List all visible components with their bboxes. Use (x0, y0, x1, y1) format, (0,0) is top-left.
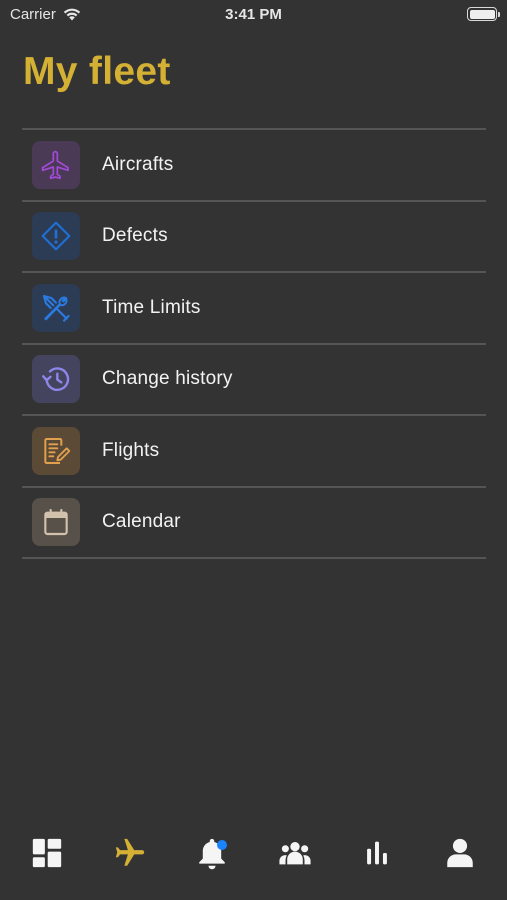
menu-label: Aircrafts (102, 153, 174, 175)
icon-tile (32, 140, 80, 189)
tab-bar (0, 818, 507, 888)
menu-item-change-history[interactable]: Change history (22, 345, 486, 416)
icon-tile (32, 212, 80, 261)
tab-statistics[interactable] (347, 823, 407, 883)
menu-label: Defects (102, 225, 168, 247)
icon-tile (32, 498, 80, 547)
tab-aircrafts[interactable] (100, 823, 160, 883)
menu-item-calendar[interactable]: Calendar (22, 488, 486, 559)
menu-item-defects[interactable]: Defects (22, 202, 486, 273)
menu-label: Change history (102, 368, 233, 390)
airplane-icon (115, 838, 144, 866)
menu-item-time-limits[interactable]: Time Limits (22, 273, 486, 345)
tab-notifications[interactable] (182, 823, 242, 883)
menu-item-flights[interactable]: Flights (22, 416, 486, 488)
airplane-icon (41, 150, 69, 179)
menu-label: Calendar (102, 511, 181, 533)
icon-tile (32, 283, 80, 332)
fleet-menu: Aircrafts Defects Time Limits Change his… (22, 128, 486, 559)
battery-icon (467, 7, 500, 21)
dashboard-icon (33, 838, 62, 868)
menu-item-aircrafts[interactable]: Aircrafts (22, 130, 486, 202)
diamond-alert-icon (41, 221, 71, 251)
tab-people[interactable] (265, 823, 325, 883)
people-icon (279, 841, 311, 865)
page-title: My fleet (23, 50, 171, 93)
notes-icon (44, 437, 71, 464)
icon-tile (32, 355, 80, 404)
menu-label: Flights (102, 439, 160, 461)
status-bar: Carrier 3:41 PM (0, 0, 507, 30)
calendar-icon (44, 509, 68, 536)
menu-label: Time Limits (102, 296, 201, 318)
status-time: 3:41 PM (225, 6, 282, 23)
tab-dashboard[interactable] (17, 823, 77, 883)
user-icon (447, 838, 473, 868)
tab-profile[interactable] (430, 823, 490, 883)
bar-chart-icon (367, 841, 388, 865)
history-icon (42, 367, 70, 392)
tools-icon (42, 294, 70, 322)
icon-tile (32, 426, 80, 475)
